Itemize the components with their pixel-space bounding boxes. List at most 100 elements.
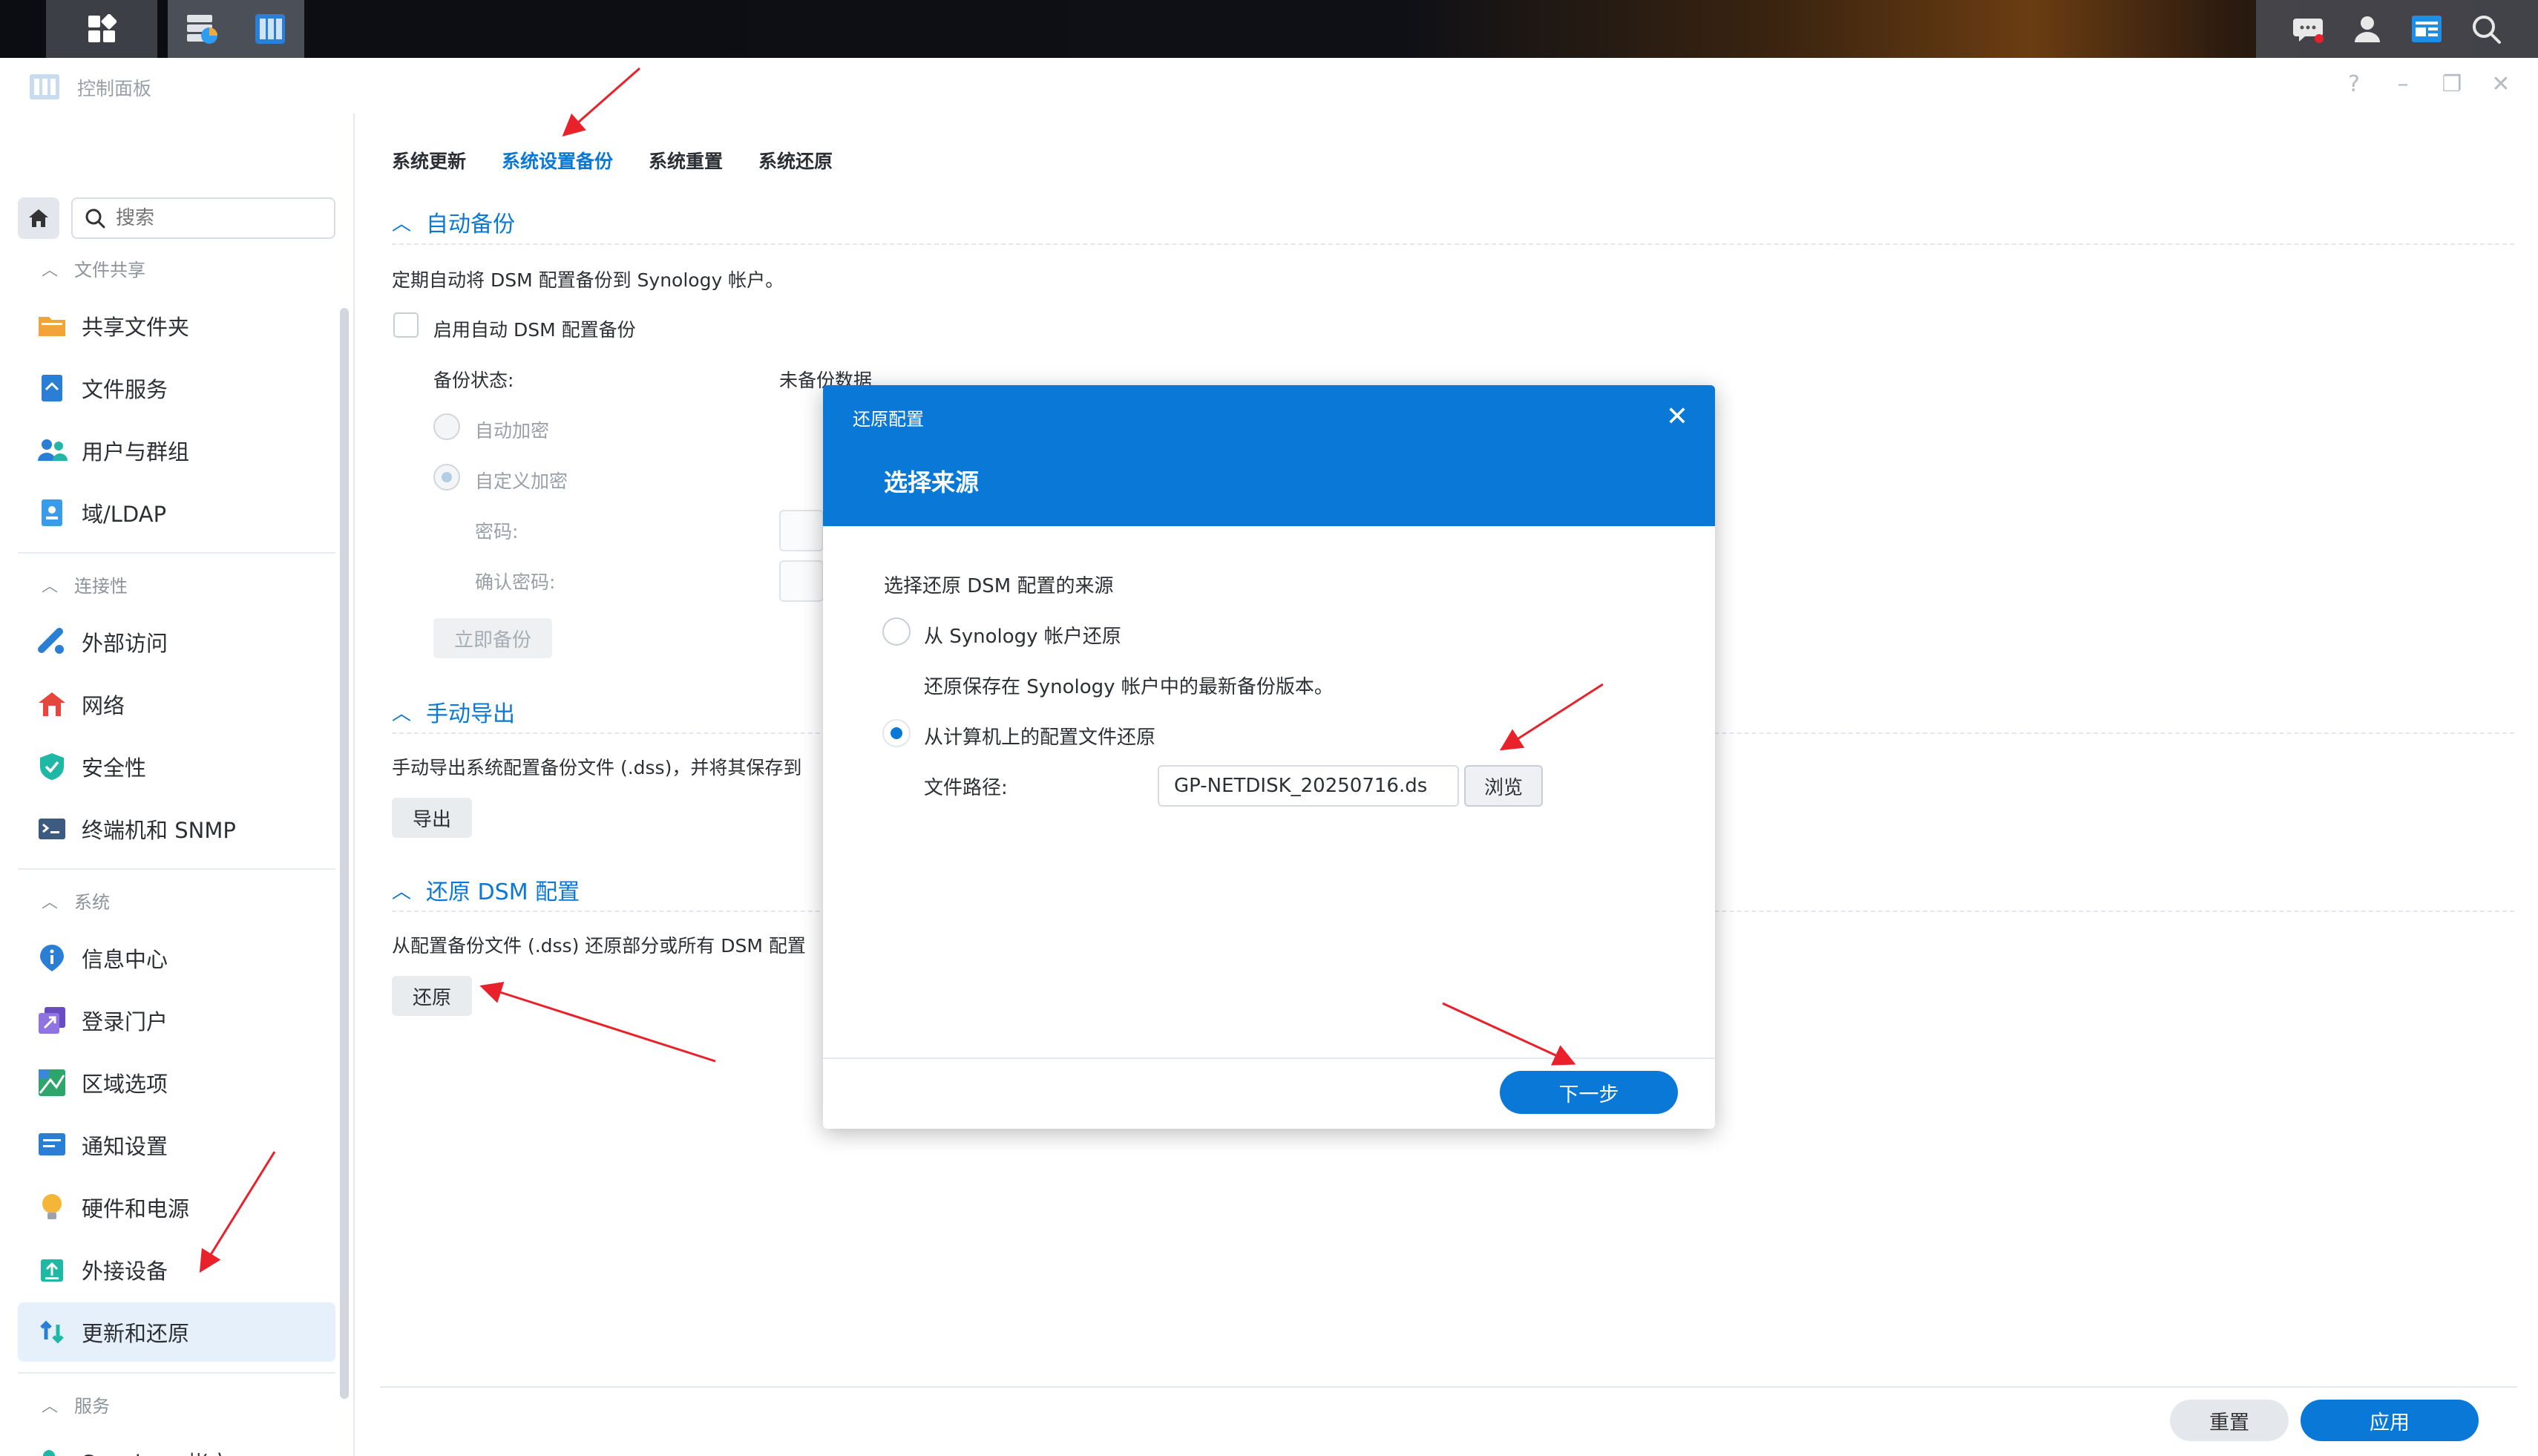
export-button[interactable]: 导出 — [392, 798, 472, 838]
user-icon[interactable] — [2350, 12, 2384, 46]
section-title: 还原 DSM 配置 — [426, 879, 580, 905]
section-connectivity[interactable]: ︿ 连接性 — [42, 571, 128, 597]
section-auto-backup[interactable]: ︿ 自动备份 — [392, 206, 515, 238]
home-button[interactable] — [18, 197, 59, 239]
main-menu-button[interactable] — [46, 0, 157, 58]
restore-config-dialog: 还原配置 ✕ 选择来源 选择还原 DSM 配置的来源 从 Synology 帐户… — [823, 385, 1715, 1129]
sidebar-item-label: 通知设置 — [82, 1134, 168, 1159]
sidebar-item-login-portal[interactable]: 登录门户 — [18, 991, 335, 1050]
help-icon[interactable]: ? — [2339, 71, 2369, 97]
password-label: 密码: — [475, 521, 519, 542]
folder-icon — [36, 309, 68, 342]
browse-button[interactable]: 浏览 — [1464, 765, 1543, 807]
update-restore-icon — [36, 1316, 68, 1348]
section-services[interactable]: ︿ 服务 — [42, 1391, 110, 1417]
synology-account-radio[interactable] — [882, 617, 911, 646]
sidebar-item-label: 登录门户 — [82, 1009, 168, 1034]
section-file-sharing[interactable]: ︿ 文件共享 — [42, 255, 145, 281]
domain-icon — [36, 496, 68, 529]
next-button[interactable]: 下一步 — [1500, 1071, 1678, 1114]
taskbar-storage-app[interactable] — [168, 0, 236, 58]
search-icon — [85, 209, 105, 229]
widgets-icon[interactable] — [2410, 12, 2444, 46]
sidebar-item-label: Synology 帐户 — [82, 1446, 230, 1456]
auto-encrypt-radio[interactable] — [433, 413, 460, 440]
tab-system-update[interactable]: 系统更新 — [392, 147, 466, 174]
auto-encrypt-label: 自动加密 — [475, 420, 550, 442]
chevron-up-icon: ︿ — [392, 212, 412, 235]
local-file-radio[interactable] — [882, 719, 911, 747]
footer-divider — [380, 1386, 2517, 1388]
sidebar-item-file-services[interactable]: 文件服务 — [18, 358, 335, 418]
dialog-header: 还原配置 ✕ 选择来源 — [823, 385, 1715, 526]
sidebar-item-user-group[interactable]: 用户与群组 — [18, 421, 335, 480]
section-title: 自动备份 — [426, 211, 516, 237]
restore-button[interactable]: 还原 — [392, 976, 472, 1016]
sidebar-item-security[interactable]: 安全性 — [18, 737, 335, 796]
section-restore-dsm[interactable]: ︿ 还原 DSM 配置 — [392, 873, 580, 906]
close-icon[interactable]: ✕ — [1666, 401, 1688, 432]
search-icon[interactable] — [2469, 12, 2503, 46]
sidebar-item-network[interactable]: 网络 — [18, 675, 335, 734]
dialog-question: 选择还原 DSM 配置的来源 — [884, 575, 1114, 597]
control-panel-app-icon — [30, 74, 59, 99]
option-synology-account-desc: 还原保存在 Synology 帐户中的最新备份版本。 — [924, 676, 1334, 698]
sidebar-item-notification[interactable]: 通知设置 — [18, 1115, 335, 1175]
search-box[interactable] — [71, 197, 335, 239]
sidebar-item-shared-folder[interactable]: 共享文件夹 — [18, 296, 335, 355]
close-icon[interactable]: ✕ — [2486, 71, 2516, 97]
chevron-up-icon: ︿ — [392, 702, 412, 725]
sidebar-item-label: 硬件和电源 — [82, 1196, 190, 1221]
reset-button[interactable]: 重置 — [2170, 1400, 2289, 1441]
tab-system-restore[interactable]: 系统还原 — [758, 147, 833, 174]
network-icon — [36, 688, 68, 721]
control-panel-icon — [255, 14, 285, 44]
confirm-password-input[interactable] — [779, 560, 824, 602]
sidebar-item-terminal-snmp[interactable]: 终端机和 SNMP — [18, 799, 335, 859]
sidebar-item-update-restore[interactable]: 更新和还原 — [18, 1302, 335, 1362]
apply-button[interactable]: 应用 — [2301, 1400, 2479, 1441]
minimize-icon[interactable]: – — [2388, 71, 2418, 97]
divider — [18, 868, 335, 870]
section-system[interactable]: ︿ 系统 — [42, 888, 110, 914]
external-access-icon — [36, 626, 68, 658]
backup-status-label: 备份状态: — [433, 370, 514, 391]
option-local-file: 从计算机上的配置文件还原 — [924, 727, 1156, 749]
section-label: 服务 — [74, 1396, 111, 1417]
section-label: 文件共享 — [74, 260, 146, 281]
sidebar-item-external-devices[interactable]: 外接设备 — [18, 1240, 335, 1299]
sidebar-item-label: 共享文件夹 — [82, 315, 190, 340]
sidebar-item-label: 终端机和 SNMP — [82, 818, 236, 843]
backup-now-button[interactable]: 立即备份 — [433, 618, 552, 658]
section-manual-export[interactable]: ︿ 手动导出 — [392, 695, 515, 728]
sidebar-item-label: 安全性 — [82, 755, 147, 781]
enable-auto-backup-checkbox[interactable] — [393, 312, 419, 338]
divider — [392, 243, 2514, 245]
sidebar-item-hardware-power[interactable]: 硬件和电源 — [18, 1178, 335, 1237]
synology-account-icon — [36, 1446, 68, 1456]
password-input[interactable] — [779, 510, 824, 551]
restore-icon[interactable]: ❐ — [2437, 71, 2467, 97]
chevron-up-icon: ︿ — [42, 260, 59, 280]
tab-system-reset[interactable]: 系统重置 — [649, 147, 723, 174]
custom-encrypt-radio[interactable] — [433, 464, 460, 491]
sidebar-item-label: 更新和还原 — [82, 1321, 190, 1346]
file-path-input[interactable] — [1158, 765, 1459, 807]
tab-config-backup[interactable]: 系统设置备份 — [502, 147, 613, 174]
sidebar-item-synology-account[interactable]: Synology 帐户 — [18, 1432, 335, 1456]
taskbar-control-panel[interactable] — [236, 0, 304, 58]
auto-backup-desc: 定期自动将 DSM 配置备份到 Synology 帐户。 — [392, 269, 784, 291]
sidebar-item-info-center[interactable]: 信息中心 — [18, 928, 335, 988]
search-input[interactable] — [116, 207, 309, 229]
sidebar-item-external-access[interactable]: 外部访问 — [18, 612, 335, 672]
sidebar-item-regional-options[interactable]: 区域选项 — [18, 1053, 335, 1112]
dialog-footer-divider — [823, 1057, 1715, 1059]
lightbulb-icon — [36, 1191, 68, 1224]
chevron-up-icon: ︿ — [392, 880, 412, 903]
info-icon — [36, 942, 68, 974]
dialog-title: 选择来源 — [884, 468, 980, 496]
sidebar-item-domain-ldap[interactable]: 域/LDAP — [18, 483, 335, 542]
divider — [18, 1372, 335, 1374]
sidebar-scrollbar[interactable] — [340, 308, 349, 1399]
notification-icon[interactable] — [2291, 12, 2325, 46]
